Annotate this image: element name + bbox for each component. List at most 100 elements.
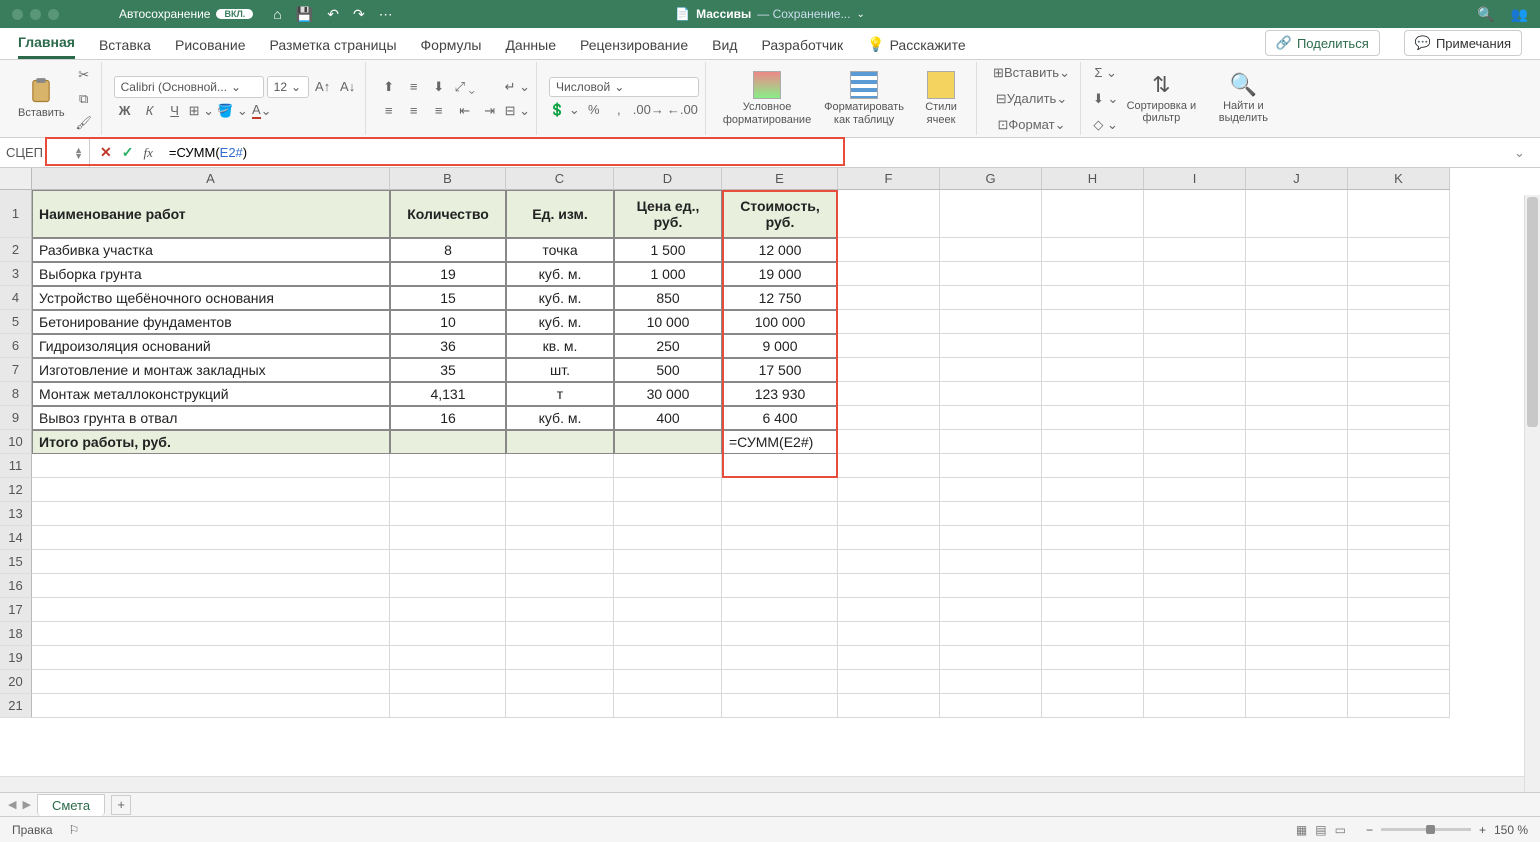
row-head[interactable]: 15 [0,550,32,574]
delete-cells-button[interactable]: ⊟ Удалить ⌄ [989,88,1074,110]
merge-icon[interactable]: ⊟ ⌄ [505,100,530,122]
cell-cost[interactable]: 9 000 [722,334,838,358]
font-color-icon[interactable]: A ⌄ [251,100,273,122]
cell-price[interactable]: 30 000 [614,382,722,406]
row-head[interactable]: 13 [0,502,32,526]
horizontal-scrollbar[interactable] [0,776,1524,792]
tab-page-layout[interactable]: Разметка страницы [270,37,397,59]
cell-name[interactable]: Разбивка участка [32,238,390,262]
tab-developer[interactable]: Разработчик [761,37,843,59]
cell-price[interactable]: 400 [614,406,722,430]
italic-icon[interactable]: К [139,100,161,122]
share-people-icon[interactable]: 👥 [1511,6,1528,23]
cell-name[interactable]: Устройство щебёночного основания [32,286,390,310]
cell-qty[interactable]: 19 [390,262,506,286]
increase-indent-icon[interactable]: ⇥ [479,100,501,122]
row-head[interactable]: 1 [0,190,32,238]
accessibility-icon[interactable]: ⚐ [69,823,80,837]
cell-qty[interactable]: 16 [390,406,506,430]
tab-home[interactable]: Главная [18,34,75,59]
select-all-corner[interactable] [0,168,32,190]
column-headers[interactable]: A B C D E F G H I J K [32,168,1450,190]
conditional-formatting-button[interactable]: Условное форматирование [718,69,816,127]
cell-unit[interactable]: куб. м. [506,286,614,310]
cell-cost[interactable]: 6 400 [722,406,838,430]
cell-price[interactable]: 10 000 [614,310,722,334]
tab-draw[interactable]: Рисование [175,37,246,59]
cell-price[interactable]: 850 [614,286,722,310]
document-title[interactable]: 📄 Массивы — Сохранение... ⌄ [675,7,865,21]
align-bottom-icon[interactable]: ⬇ [428,76,450,98]
cell-qty[interactable]: 8 [390,238,506,262]
col-head-A[interactable]: A [32,168,390,190]
autosave-toggle[interactable]: ВКЛ. [216,9,253,19]
cell-unit[interactable]: точка [506,238,614,262]
zoom-level[interactable]: 150 % [1494,823,1528,837]
header-name[interactable]: Наименование работ [32,190,390,238]
format-painter-icon[interactable]: 🖌 [73,112,95,134]
row-head[interactable]: 12 [0,478,32,502]
insert-cells-button[interactable]: ⊞ Вставить ⌄ [989,62,1074,84]
tab-view[interactable]: Вид [712,37,737,59]
row-head[interactable]: 3 [0,262,32,286]
copy-icon[interactable]: ⧉ [73,88,95,110]
cancel-icon[interactable]: ✕ [100,144,112,161]
bold-icon[interactable]: Ж [114,100,136,122]
col-head-F[interactable]: F [838,168,940,190]
cell-price[interactable]: 250 [614,334,722,358]
cell-name[interactable]: Гидроизоляция оснований [32,334,390,358]
currency-icon[interactable]: 💲 ⌄ [549,99,580,121]
spreadsheet-grid[interactable]: A B C D E F G H I J K 123456789101112131… [0,168,1540,750]
row-head[interactable]: 6 [0,334,32,358]
sort-filter-button[interactable]: ⇅ Сортировка и фильтр [1122,71,1200,125]
row-head[interactable]: 8 [0,382,32,406]
view-buttons[interactable]: ▦▤▭ [1292,823,1350,837]
font-size-select[interactable]: 12 ⌄ [267,76,309,98]
row-head[interactable]: 18 [0,622,32,646]
tab-insert[interactable]: Вставка [99,37,151,59]
header-price[interactable]: Цена ед., руб. [614,190,722,238]
row-head[interactable]: 11 [0,454,32,478]
paste-button[interactable]: Вставить [14,75,69,121]
fx-icon[interactable]: fx [143,145,152,161]
col-head-K[interactable]: K [1348,168,1450,190]
decrease-font-icon[interactable]: A↓ [337,76,359,98]
redo-icon[interactable]: ↷ [353,6,365,23]
col-head-B[interactable]: B [390,168,506,190]
add-sheet-button[interactable]: + [111,795,131,815]
cell-unit[interactable]: куб. м. [506,310,614,334]
window-controls[interactable] [12,9,59,20]
underline-icon[interactable]: Ч [164,100,186,122]
col-head-J[interactable]: J [1246,168,1348,190]
increase-decimal-icon[interactable]: .00→ [633,99,664,121]
undo-icon[interactable]: ↶ [327,6,339,23]
row-head[interactable]: 14 [0,526,32,550]
cell-qty[interactable]: 4,131 [390,382,506,406]
row-head[interactable]: 10 [0,430,32,454]
cell-name[interactable]: Выборка грунта [32,262,390,286]
cut-icon[interactable]: ✂ [73,64,95,86]
cell-price[interactable]: 1 500 [614,238,722,262]
borders-icon[interactable]: ⊞ ⌄ [189,100,214,122]
save-icon[interactable]: 💾 [296,6,313,23]
cell-cost[interactable]: 100 000 [722,310,838,334]
name-box[interactable]: СЦЕП ▲▼ [0,138,90,167]
clear-icon[interactable]: ◇ ⌄ [1093,114,1118,136]
cell-unit[interactable]: шт. [506,358,614,382]
cell-unit[interactable]: кв. м. [506,334,614,358]
cell-qty[interactable]: 36 [390,334,506,358]
search-icon[interactable]: 🔍 [1477,6,1494,23]
zoom-in-icon[interactable]: + [1479,823,1486,837]
cell-name[interactable]: Вывоз грунта в отвал [32,406,390,430]
more-icon[interactable]: ⋯ [379,6,393,23]
row-head[interactable]: 5 [0,310,32,334]
sheet-nav-prev-icon[interactable]: ◀ [8,798,16,811]
tell-me[interactable]: 💡Расскажите [867,36,966,59]
row-head[interactable]: 21 [0,694,32,718]
increase-font-icon[interactable]: A↑ [312,76,334,98]
autosum-icon[interactable]: Σ ⌄ [1093,62,1118,84]
col-head-G[interactable]: G [940,168,1042,190]
scrollbar-thumb[interactable] [1527,197,1538,427]
tab-formulas[interactable]: Формулы [421,37,482,59]
row-head[interactable]: 4 [0,286,32,310]
